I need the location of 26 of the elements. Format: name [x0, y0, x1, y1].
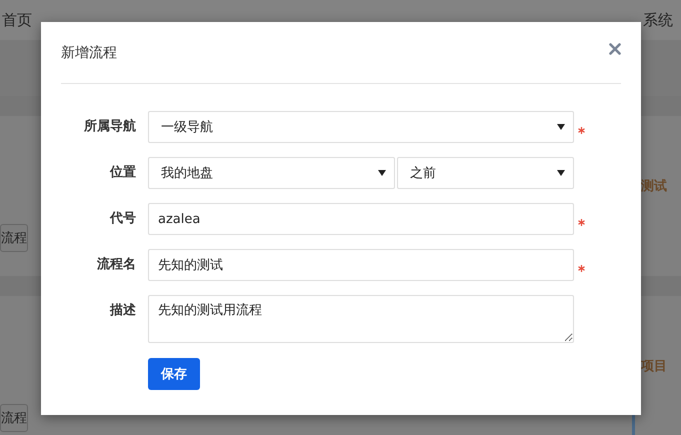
- nav-tab[interactable]: 系统: [643, 10, 673, 30]
- select-field[interactable]: 之前: [397, 157, 574, 189]
- select-field[interactable]: 我的地盘: [148, 157, 395, 189]
- select-value: 我的地盘: [161, 165, 213, 182]
- text-field[interactable]: 先知的测试: [148, 249, 574, 281]
- field-label: 流程名: [96, 256, 136, 274]
- select-field[interactable]: 一级导航: [148, 111, 574, 143]
- text-field[interactable]: azalea: [148, 203, 574, 235]
- field-label: 描述: [108, 302, 136, 320]
- caret-icon: [557, 170, 565, 176]
- nav-tab[interactable]: 首页: [2, 10, 32, 30]
- flow-tag[interactable]: 流程: [0, 224, 28, 252]
- field-label: 位置: [108, 164, 136, 182]
- section-label: 项目: [641, 358, 667, 375]
- dialog-title: 新增流程: [61, 44, 117, 62]
- caret-icon: [557, 124, 565, 130]
- select-value: 之前: [410, 165, 436, 182]
- field-label: 代号: [108, 210, 136, 228]
- caret-icon: [378, 170, 386, 176]
- save-button[interactable]: 保存: [148, 358, 200, 390]
- flow-tag[interactable]: 流程: [0, 404, 28, 432]
- section-label: 测试: [641, 178, 667, 195]
- field-label: 所属导航: [82, 118, 136, 136]
- textarea-field[interactable]: 先知的测试用流程: [148, 295, 574, 343]
- select-value: 一级导航: [161, 119, 213, 136]
- close-icon[interactable]: [609, 42, 621, 54]
